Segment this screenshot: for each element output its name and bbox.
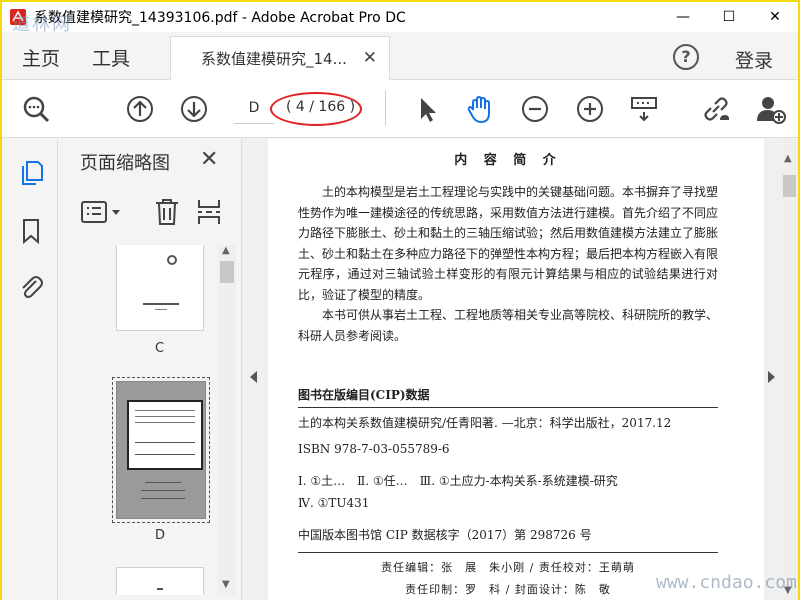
attachment-icon[interactable]	[17, 273, 45, 301]
thumbnail-scrollbar[interactable]: ▲ ▼	[218, 245, 236, 595]
cip-header: 图书在版编目(CIP)数据	[298, 386, 718, 408]
hand-icon[interactable]	[464, 93, 496, 125]
share-link-icon[interactable]	[700, 93, 732, 125]
annotation-ellipse	[270, 92, 362, 126]
thumbnail-panel-title: 页面缩略图	[80, 153, 170, 174]
thumbnail-text-line	[135, 416, 195, 417]
zoom-out-icon[interactable]	[519, 93, 551, 125]
summary-paragraph: 土的本构模型是岩土工程理论与实践中的关键基础问题。本书摒弃了寻找塑性势作为唯一建…	[298, 185, 719, 302]
thumbnail-page-next[interactable]	[116, 567, 204, 595]
thumbnail-text-line	[141, 498, 185, 499]
right-panel-strip[interactable]	[764, 139, 780, 600]
cip-number: 中国版本图书馆 CIP 数据核字（2017）第 298726 号	[298, 528, 592, 542]
thumbnail-viewport	[127, 400, 203, 470]
thumbnail-text-line	[135, 454, 195, 455]
zoom-search-icon[interactable]	[20, 93, 52, 125]
credit-line: 责任编辑：张 展 朱小刚 / 责任校对：王萌萌	[381, 561, 635, 574]
watermark-bottom: www.cndao.com	[656, 572, 797, 593]
cip-line: Ⅰ. ①土… Ⅱ. ①任… Ⅲ. ①土应力-本构关系-系统建模-研究	[298, 474, 618, 488]
maximize-button[interactable]: ☐	[706, 2, 752, 32]
navigation-rail	[2, 139, 58, 600]
bookmark-icon[interactable]	[17, 217, 45, 245]
zoom-in-icon[interactable]	[574, 93, 606, 125]
cip-line: ISBN 978-7-03-055789-6	[298, 442, 450, 456]
window-controls: — ☐ ✕	[660, 2, 798, 32]
thumbnail-text-line	[155, 309, 167, 310]
document-tab-label: 系数值建模研究_14...	[201, 50, 347, 68]
close-window-button[interactable]: ✕	[752, 2, 798, 32]
add-user-icon[interactable]	[755, 93, 787, 125]
minimize-button[interactable]: —	[660, 2, 706, 32]
select-arrow-icon[interactable]	[412, 93, 444, 125]
thumbnail-text-line	[135, 422, 195, 423]
toolbar	[2, 80, 798, 138]
cip-divider	[298, 552, 718, 553]
document-page: 内 容 简 介 土的本构模型是岩土工程理论与实践中的关键基础问题。本书摒弃了寻找…	[298, 149, 718, 600]
panel-close-icon[interactable]: ✕	[200, 147, 218, 172]
thumbnail-page-d[interactable]	[116, 381, 206, 519]
document-tab[interactable]: 系数值建模研究_14... ✕	[170, 36, 390, 80]
thumbnail-options-icon[interactable]	[80, 197, 126, 227]
thumbnail-label-d: D	[155, 528, 166, 543]
delete-page-icon[interactable]	[154, 197, 180, 227]
page-up-icon[interactable]	[124, 93, 156, 125]
thumbnail-text-line	[141, 490, 185, 491]
collapse-panel-strip[interactable]	[242, 139, 268, 600]
thumbnail-panel: 页面缩略图 ✕ C D ▲ ▼	[58, 139, 242, 600]
split-page-icon[interactable]	[196, 197, 222, 227]
thumbnail-text-line	[145, 482, 181, 483]
audience-paragraph: 本书可供从事岩土工程、工程地质等相关专业高等院校、科研院所的教学、科研人员参考阅…	[298, 308, 719, 343]
page-thumbnails-icon[interactable]	[17, 159, 45, 187]
page-number-input[interactable]: D	[234, 92, 274, 124]
scroll-up-icon[interactable]: ▲	[222, 245, 230, 256]
cip-line: 土的本构关系数值建模研究/任青阳著. —北京：科学出版社，2017.12	[298, 416, 672, 430]
page-tools-icon[interactable]	[628, 93, 660, 125]
page-down-icon[interactable]	[178, 93, 210, 125]
thumbnail-scroll-thumb[interactable]	[220, 261, 234, 283]
thumbnail-page-c[interactable]	[116, 245, 204, 331]
thumbnail-list: C D	[58, 245, 216, 595]
scroll-down-icon[interactable]: ▼	[222, 579, 230, 590]
thumbnail-seal	[167, 255, 177, 265]
document-scrollbar[interactable]: ▲ ▼	[780, 139, 798, 600]
expand-right-icon[interactable]	[768, 371, 775, 383]
credit-line: 责任印制：罗 科 / 封面设计：陈 敬	[405, 583, 611, 596]
help-icon[interactable]: ?	[673, 44, 699, 70]
tab-close-icon[interactable]: ✕	[363, 48, 377, 68]
collapse-left-icon[interactable]	[250, 371, 257, 383]
menu-home[interactable]: 主页	[22, 44, 60, 71]
page-heading: 内 容 简 介	[454, 153, 562, 168]
title-bar: 系数值建模研究_14393106.pdf - Adobe Acrobat Pro…	[2, 2, 798, 32]
doc-scroll-up-icon[interactable]: ▲	[784, 153, 792, 164]
login-button[interactable]: 登录	[735, 46, 773, 73]
cip-line: Ⅳ. ①TU431	[298, 496, 370, 510]
thumbnail-label-c: C	[155, 341, 165, 356]
thumbnail-text-line	[135, 442, 195, 443]
document-scroll-thumb[interactable]	[783, 175, 796, 197]
thumbnail-text-line	[143, 303, 179, 305]
window-title: 系数值建模研究_14393106.pdf - Adobe Acrobat Pro…	[34, 10, 406, 26]
menu-tools[interactable]: 工具	[92, 44, 130, 71]
thumbnail-text-line	[135, 410, 195, 411]
thumbnail-text-line	[157, 588, 163, 590]
document-view[interactable]: 内 容 简 介 土的本构模型是岩土工程理论与实践中的关键基础问题。本书摒弃了寻找…	[268, 139, 764, 600]
toolbar-divider	[385, 90, 386, 126]
